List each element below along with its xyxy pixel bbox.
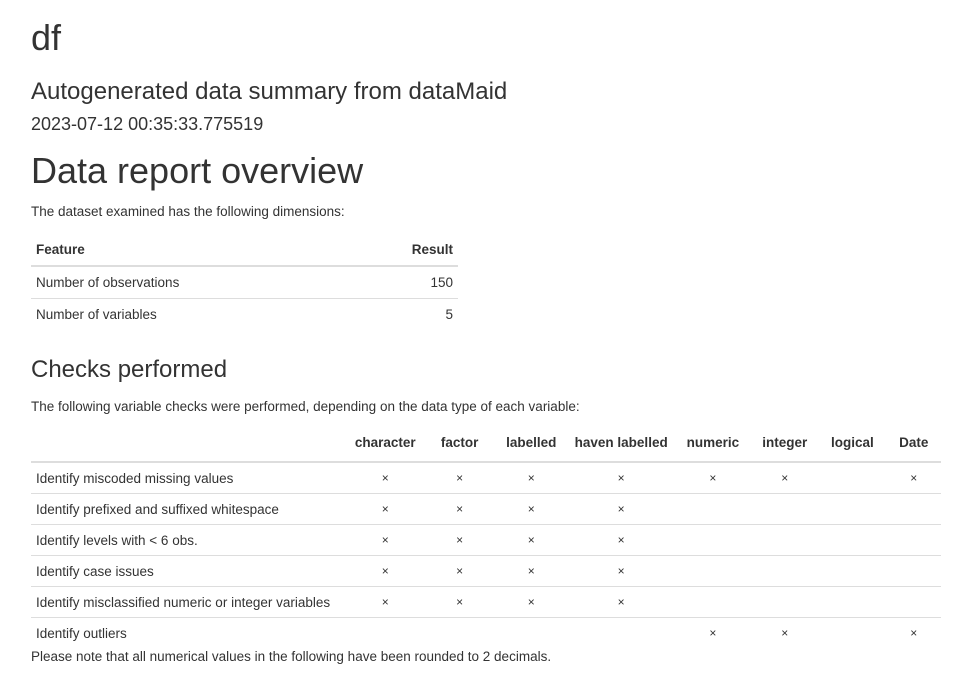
check-mark-cell: × [910, 471, 918, 485]
table-row: Identify levels with < 6 obs. × × × × [31, 524, 941, 556]
rounding-note: Please note that all numerical values in… [31, 649, 552, 664]
check-mark-cell: × [617, 471, 625, 485]
check-mark-cell: × [709, 471, 717, 485]
check-mark-cell: × [346, 493, 425, 525]
checks-header-type: numeric [674, 429, 752, 463]
check-mark-cell [818, 586, 887, 618]
check-label: Identify miscoded missing values [36, 470, 234, 486]
check-mark-cell [751, 555, 819, 587]
feature-cell: Number of variables [31, 298, 351, 330]
result-cell: 150 [430, 275, 453, 290]
checks-header-type: factor [424, 429, 495, 463]
check-mark-cell: × [346, 555, 425, 587]
check-mark-cell [886, 586, 941, 618]
check-mark-cell [674, 586, 752, 618]
check-mark-cell [494, 617, 568, 648]
check-mark-cell: × [424, 524, 495, 556]
check-mark-cell: × [346, 524, 425, 556]
checks-heading: Checks performed [31, 356, 228, 383]
table-row: Identify miscoded missing values × × × × × × × [31, 462, 941, 494]
check-label: Identify case issues [31, 555, 347, 587]
table-row: Identify prefixed and suffixed whitespac… [31, 493, 941, 525]
check-mark-cell [818, 493, 887, 525]
result-cell: 5 [351, 298, 458, 330]
check-mark-cell [674, 524, 752, 556]
check-mark-cell: × [751, 617, 819, 648]
check-mark-cell: × [567, 586, 675, 618]
checks-header-row: character factor labelled haven labelled num… [31, 429, 941, 463]
check-mark-cell: × [567, 493, 675, 525]
check-mark-cell [751, 524, 819, 556]
check-label: Identify outliers [31, 617, 347, 648]
dimensions-header-result: Result [351, 233, 458, 267]
check-mark-cell: × [567, 524, 675, 556]
check-mark-cell: × [494, 555, 568, 587]
check-mark-cell [818, 462, 886, 494]
table-row: Number of observations 150 [31, 266, 458, 299]
table-row: Identify outliers × × × [31, 617, 941, 648]
overview-heading: Data report overview [31, 150, 364, 191]
check-mark-cell: × [346, 586, 425, 618]
check-mark-cell [751, 586, 819, 618]
table-row: Number of variables 5 [31, 298, 458, 330]
check-label: Identify prefixed and suffixed whitespac… [31, 493, 347, 525]
document-date: 2023-07-12 00:35:33.775519 [31, 114, 264, 134]
checks-header-type: integer [751, 429, 819, 463]
check-mark-cell: × [424, 586, 495, 618]
check-mark-cell: × [567, 555, 675, 587]
checks-header-type: logical [818, 429, 887, 463]
checks-header-type: Date [886, 429, 941, 463]
dimensions-header-feature: Feature [31, 233, 351, 267]
document-title: df [31, 17, 62, 58]
check-mark-cell: × [886, 617, 941, 648]
checks-header-type: haven labelled [567, 429, 675, 463]
check-mark-cell: × [456, 471, 464, 485]
dimensions-table: Feature Result Number of observations 15… [31, 233, 458, 330]
check-label: Identify levels with < 6 obs. [31, 524, 347, 556]
check-mark-cell: × [494, 524, 568, 556]
feature-cell: Number of observations [36, 275, 180, 290]
check-mark-cell: × [494, 493, 568, 525]
table-row: Identify misclassified numeric or intege… [31, 586, 941, 618]
checks-table: character factor labelled haven labelled num… [31, 429, 941, 648]
checks-header-check [31, 429, 347, 463]
check-mark-cell [567, 617, 675, 648]
check-mark-cell: × [494, 586, 568, 618]
check-mark-cell: × [381, 471, 389, 485]
check-mark-cell [818, 524, 887, 556]
checks-header-type: labelled [494, 429, 568, 463]
check-mark-cell [818, 555, 887, 587]
check-mark-cell [674, 555, 752, 587]
check-mark-cell: × [781, 471, 789, 485]
check-mark-cell [674, 493, 752, 525]
check-mark-cell [751, 493, 819, 525]
check-mark-cell [886, 524, 941, 556]
report-page: df Autogenerated data summary from dataM… [0, 0, 941, 666]
check-mark-cell [424, 617, 495, 648]
check-mark-cell [886, 555, 941, 587]
checks-intro: The following variable checks were perfo… [31, 399, 580, 414]
check-mark-cell [886, 493, 941, 525]
check-label: Identify misclassified numeric or intege… [31, 586, 347, 618]
dimensions-header-row: Feature Result [31, 233, 458, 267]
table-row: Identify case issues × × × × [31, 555, 941, 587]
overview-intro: The dataset examined has the following d… [31, 204, 345, 219]
check-mark-cell: × [674, 617, 752, 648]
check-mark-cell: × [424, 555, 495, 587]
checks-header-type: character [346, 429, 425, 463]
check-mark-cell: × [424, 493, 495, 525]
document-subtitle: Autogenerated data summary from dataMaid [31, 78, 508, 105]
check-mark-cell [818, 617, 887, 648]
check-mark-cell: × [527, 471, 535, 485]
check-mark-cell [346, 617, 425, 648]
